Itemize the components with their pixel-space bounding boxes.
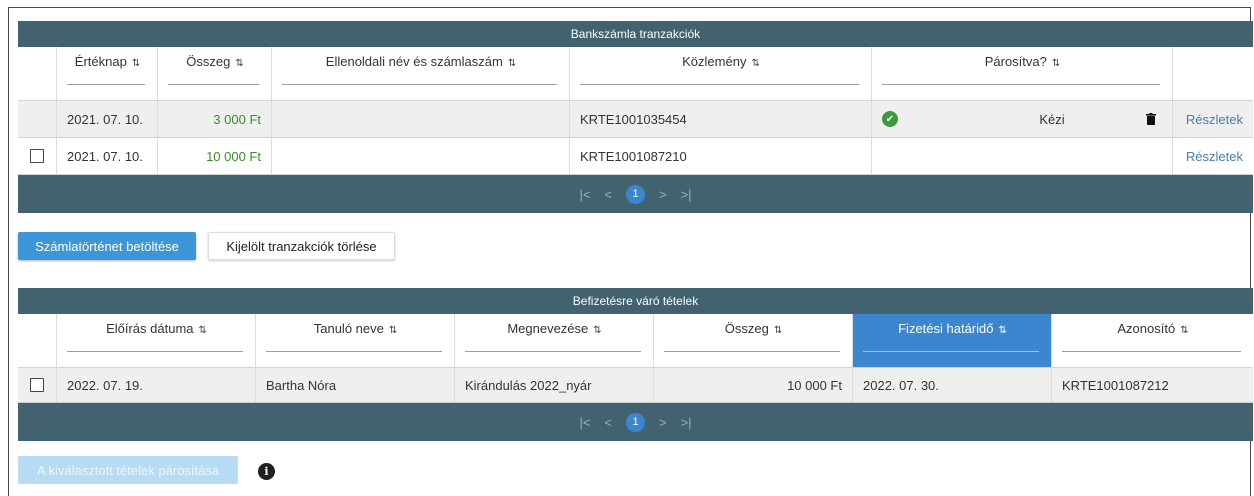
filter-input[interactable] [580,84,859,85]
first-page-button[interactable]: |< [579,415,590,430]
bank-transactions-grid: Bankszámla tranzakciók Értéknap ⇅ Összeg ⇅… [18,21,1253,213]
sort-icon[interactable]: ⇅ [199,325,207,336]
details-column-header [1173,47,1253,100]
filter-input[interactable] [863,351,1039,352]
column-header-reference[interactable]: Közlemény ⇅ [570,47,872,100]
paired-label: Kézi [1039,111,1065,127]
column-label: Tanuló neve [313,321,384,336]
select-column-header [18,314,57,367]
sort-icon[interactable]: ⇅ [774,325,782,336]
select-cell [18,368,57,402]
column-header-id[interactable]: Azonosító ⇅ [1052,314,1253,367]
filter-input[interactable] [168,84,259,85]
page-button-current[interactable]: 1 [626,412,645,432]
pagination-bar: |< < 1 > >| [18,403,1253,441]
sort-icon[interactable]: ⇅ [508,58,516,69]
student-cell: Bartha Nóra [256,368,455,402]
paired-cell: ✔ Kézi [872,101,1173,137]
column-header-student[interactable]: Tanuló neve ⇅ [256,314,455,367]
next-page-button[interactable]: > [659,187,667,202]
table-row[interactable]: 2022. 07. 19. Bartha Nóra Kirándulás 202… [18,368,1253,403]
filter-input[interactable] [266,351,442,352]
trash-icon[interactable] [1145,113,1156,125]
sort-icon[interactable]: ⇅ [132,58,140,69]
filter-input[interactable] [67,84,145,85]
details-link[interactable]: Részletek [1173,101,1253,137]
header-row: Előírás dátuma ⇅ Tanuló neve ⇅ Megnevezése… [18,314,1253,368]
pagination-bar: |< < 1 > >| [18,175,1253,213]
column-header-value-date[interactable]: Értéknap ⇅ [57,47,158,100]
filter-input[interactable] [1062,351,1241,352]
filter-input[interactable] [664,351,840,352]
next-page-button[interactable]: > [659,415,667,430]
sort-icon[interactable]: ⇅ [751,58,759,69]
filter-input[interactable] [67,351,243,352]
select-column-header [18,47,57,100]
info-icon[interactable]: i [258,463,275,480]
column-label: Értéknap [74,54,127,69]
column-header-issue-date[interactable]: Előírás dátuma ⇅ [57,314,256,367]
column-header-deadline[interactable]: Fizetési határidő ⇅ [853,314,1052,367]
column-label: Összeg [724,321,769,336]
column-header-paired[interactable]: Párosítva? ⇅ [872,47,1173,100]
sort-icon[interactable]: ⇅ [1180,325,1188,336]
delete-selected-button[interactable]: Kijelölt tranzakciók törlése [208,232,395,260]
header-row: Értéknap ⇅ Összeg ⇅ Ellenoldali név és szá… [18,47,1253,101]
counterparty-cell [272,101,570,137]
amount-cell: 10 000 Ft [158,138,272,174]
page-button-current[interactable]: 1 [626,184,645,204]
column-label: Fizetési határidő [898,321,994,336]
value-date-cell: 2021. 07. 10. [57,101,158,137]
column-header-counterparty[interactable]: Ellenoldali név és számlaszám ⇅ [272,47,570,100]
value-date-cell: 2021. 07. 10. [57,138,158,174]
grid-title: Bankszámla tranzakciók [18,21,1253,47]
load-history-button[interactable]: Számlatörténet betöltése [18,232,196,260]
sort-ascending-icon[interactable]: ⇅ [999,325,1007,336]
row-checkbox[interactable] [30,149,44,163]
sort-icon[interactable]: ⇅ [235,58,243,69]
pair-selected-button[interactable]: A kiválasztott tételek párosítása [18,456,238,484]
select-cell [18,138,57,174]
column-header-amount[interactable]: Összeg ⇅ [654,314,853,367]
check-circle-icon: ✔ [882,111,898,127]
column-label: Összeg [186,54,231,69]
last-page-button[interactable]: >| [681,415,692,430]
last-page-button[interactable]: >| [681,187,692,202]
filter-input[interactable] [282,84,557,85]
filter-input[interactable] [882,84,1160,85]
column-label: Előírás dátuma [106,321,194,336]
column-label: Közlemény [682,54,747,69]
item-name-cell: Kirándulás 2022_nyár [455,368,654,402]
pending-items-grid: Befizetésre váró tételek Előírás dátuma ⇅… [18,288,1253,441]
column-label: Azonosító [1117,321,1176,336]
column-label: Párosítva? [984,54,1047,69]
row-checkbox[interactable] [30,378,44,392]
sort-icon[interactable]: ⇅ [593,325,601,336]
table-row[interactable]: 2021. 07. 10. 10 000 Ft KRTE1001087210 R… [18,138,1253,175]
id-cell: KRTE1001087212 [1062,377,1169,393]
sort-icon[interactable]: ⇅ [1052,58,1060,69]
column-label: Ellenoldali név és számlaszám [325,54,503,69]
issue-date-cell: 2022. 07. 19. [57,368,256,402]
prev-page-button[interactable]: < [604,187,612,202]
column-header-amount[interactable]: Összeg ⇅ [158,47,272,100]
first-page-button[interactable]: |< [579,187,590,202]
deadline-cell: 2022. 07. 30. [853,368,1052,402]
column-header-name[interactable]: Megnevezése ⇅ [455,314,654,367]
amount-cell: 3 000 Ft [158,101,272,137]
filter-input[interactable] [465,351,641,352]
paired-cell [872,138,1173,174]
sort-icon[interactable]: ⇅ [389,325,397,336]
select-cell [18,101,57,137]
amount-cell: 10 000 Ft [654,368,853,402]
reference-cell: KRTE1001035454 [570,101,872,137]
table-row[interactable]: 2021. 07. 10. 3 000 Ft KRTE1001035454 ✔ … [18,101,1253,138]
column-label: Megnevezése [507,321,589,336]
details-link[interactable]: Részletek [1173,138,1253,174]
grid-title: Befizetésre váró tételek [18,288,1253,314]
prev-page-button[interactable]: < [604,415,612,430]
reference-cell: KRTE1001087210 [570,138,872,174]
counterparty-cell [272,138,570,174]
